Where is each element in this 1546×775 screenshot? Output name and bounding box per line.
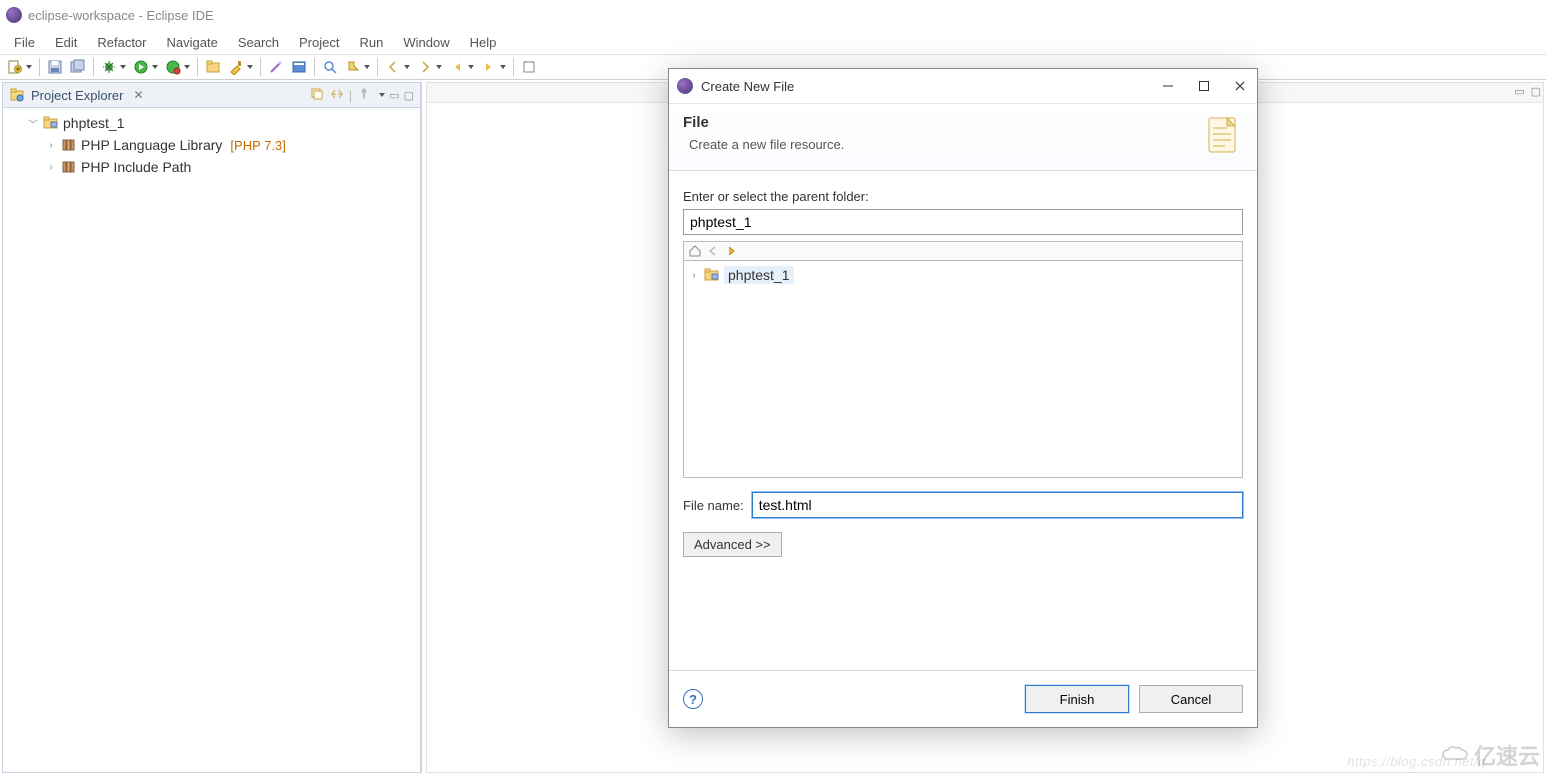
editor-minimize-icon[interactable]: ▭	[1514, 85, 1524, 98]
back-arrow-icon[interactable]	[706, 244, 720, 258]
dialog-body: Enter or select the parent folder: › php…	[669, 171, 1257, 670]
forward-button[interactable]	[478, 56, 509, 78]
menu-refactor[interactable]: Refactor	[87, 32, 156, 53]
menu-help[interactable]: Help	[460, 32, 507, 53]
library-icon	[61, 159, 77, 175]
menu-bar[interactable]: File Edit Refactor Navigate Search Proje…	[0, 30, 1546, 54]
toggle-breadcrumb-button[interactable]	[288, 56, 310, 78]
project-explorer-title: Project Explorer	[31, 88, 123, 103]
dialog-footer: ? Finish Cancel	[669, 670, 1257, 727]
save-button[interactable]	[44, 56, 66, 78]
dialog-close-button[interactable]	[1231, 77, 1249, 95]
view-close-icon[interactable]: ✕	[133, 88, 143, 102]
tree-toggle-collapsed-icon[interactable]: ›	[688, 270, 700, 281]
project-explorer-view: Project Explorer ✕ | ▭ ▢ ﹀ phptest_	[2, 82, 422, 773]
toolbar-separator	[93, 58, 94, 76]
finish-button[interactable]: Finish	[1025, 685, 1129, 713]
toolbar-separator	[314, 58, 315, 76]
editor-maximize-icon[interactable]: ▢	[1531, 85, 1541, 98]
new-button[interactable]	[4, 56, 35, 78]
menu-edit[interactable]: Edit	[45, 32, 87, 53]
new-project-button[interactable]	[202, 56, 224, 78]
home-icon[interactable]	[688, 244, 702, 258]
tree-node-decorator: [PHP 7.3]	[230, 138, 285, 153]
file-name-label: File name:	[683, 498, 744, 513]
prev-edit-button[interactable]	[382, 56, 413, 78]
cancel-button[interactable]: Cancel	[1139, 685, 1243, 713]
toolbar-separator	[513, 58, 514, 76]
next-edit-button[interactable]	[414, 56, 445, 78]
filter-icon[interactable]	[356, 86, 372, 105]
collapse-all-icon[interactable]	[309, 86, 325, 105]
folder-tree-nav	[683, 241, 1243, 260]
parent-folder-input[interactable]	[683, 209, 1243, 235]
tree-toggle-collapsed-icon[interactable]: ›	[45, 140, 57, 151]
project-explorer-icon	[9, 87, 25, 103]
eclipse-app-icon	[6, 7, 22, 23]
dialog-banner: File Create a new file resource.	[669, 103, 1257, 171]
dialog-banner-title: File	[683, 114, 844, 131]
editor-min-max-controls: ▭ ▢	[1514, 85, 1541, 98]
view-menu-icon[interactable]	[376, 93, 385, 97]
help-icon[interactable]: ?	[683, 689, 703, 709]
back-button[interactable]	[446, 56, 477, 78]
run-button[interactable]	[130, 56, 161, 78]
tree-node-label: phptest_1	[724, 266, 794, 284]
window-title: eclipse-workspace - Eclipse IDE	[28, 8, 214, 23]
dialog-titlebar[interactable]: Create New File	[669, 69, 1257, 103]
debug-button[interactable]	[98, 56, 129, 78]
dialog-maximize-button[interactable]	[1195, 77, 1213, 95]
search-button[interactable]	[319, 56, 341, 78]
folder-tree[interactable]: › phptest_1	[683, 260, 1243, 478]
annotation-next-button[interactable]	[342, 56, 373, 78]
tree-node-project[interactable]: › phptest_1	[688, 265, 1238, 285]
file-name-input[interactable]	[752, 492, 1243, 518]
forward-arrow-icon[interactable]	[724, 244, 738, 258]
menu-file[interactable]: File	[4, 32, 45, 53]
project-explorer-header: Project Explorer ✕ | ▭ ▢	[2, 82, 421, 108]
tree-node-label: PHP Language Library	[81, 137, 222, 153]
menu-search[interactable]: Search	[228, 32, 289, 53]
dialog-title: Create New File	[701, 79, 794, 94]
menu-run[interactable]: Run	[349, 32, 393, 53]
project-folder-icon	[43, 115, 59, 131]
new-file-wizard-icon	[1203, 114, 1243, 158]
toolbar-separator	[197, 58, 198, 76]
tree-toggle-expanded-icon[interactable]: ﹀	[27, 116, 39, 131]
minimize-view-icon[interactable]: ▭	[389, 89, 399, 102]
eclipse-app-icon	[677, 78, 693, 94]
maximize-view-icon[interactable]: ▢	[404, 89, 414, 102]
toolbar-separator	[39, 58, 40, 76]
tree-node-include-path[interactable]: › PHP Include Path	[7, 156, 416, 178]
pin-button[interactable]	[518, 56, 540, 78]
advanced-button[interactable]: Advanced >>	[683, 532, 782, 557]
tree-node-label: PHP Include Path	[81, 159, 191, 175]
run-last-button[interactable]	[162, 56, 193, 78]
toolbar-separator	[377, 58, 378, 76]
external-tools-button[interactable]	[225, 56, 256, 78]
dialog-minimize-button[interactable]	[1159, 77, 1177, 95]
create-new-file-dialog: Create New File File Create a new file r…	[668, 68, 1258, 728]
save-all-button[interactable]	[67, 56, 89, 78]
project-folder-icon	[704, 267, 720, 283]
toolbar-separator	[260, 58, 261, 76]
tree-node-label: phptest_1	[63, 115, 125, 131]
parent-folder-label: Enter or select the parent folder:	[683, 189, 1243, 204]
menu-project[interactable]: Project	[289, 32, 349, 53]
menu-window[interactable]: Window	[393, 32, 459, 53]
dialog-banner-description: Create a new file resource.	[683, 137, 844, 152]
corner-logo: 亿速云	[1442, 739, 1540, 771]
library-icon	[61, 137, 77, 153]
corner-logo-text: 亿速云	[1474, 739, 1540, 771]
wand-button[interactable]	[265, 56, 287, 78]
tree-node-project[interactable]: ﹀ phptest_1	[7, 112, 416, 134]
project-explorer-tree[interactable]: ﹀ phptest_1 › PHP Language Library [PHP …	[2, 108, 421, 773]
tree-node-php-library[interactable]: › PHP Language Library [PHP 7.3]	[7, 134, 416, 156]
menu-navigate[interactable]: Navigate	[157, 32, 228, 53]
pe-separator: |	[349, 88, 352, 103]
link-editor-icon[interactable]	[329, 86, 345, 105]
tree-toggle-collapsed-icon[interactable]: ›	[45, 162, 57, 173]
main-titlebar: eclipse-workspace - Eclipse IDE	[0, 0, 1546, 30]
